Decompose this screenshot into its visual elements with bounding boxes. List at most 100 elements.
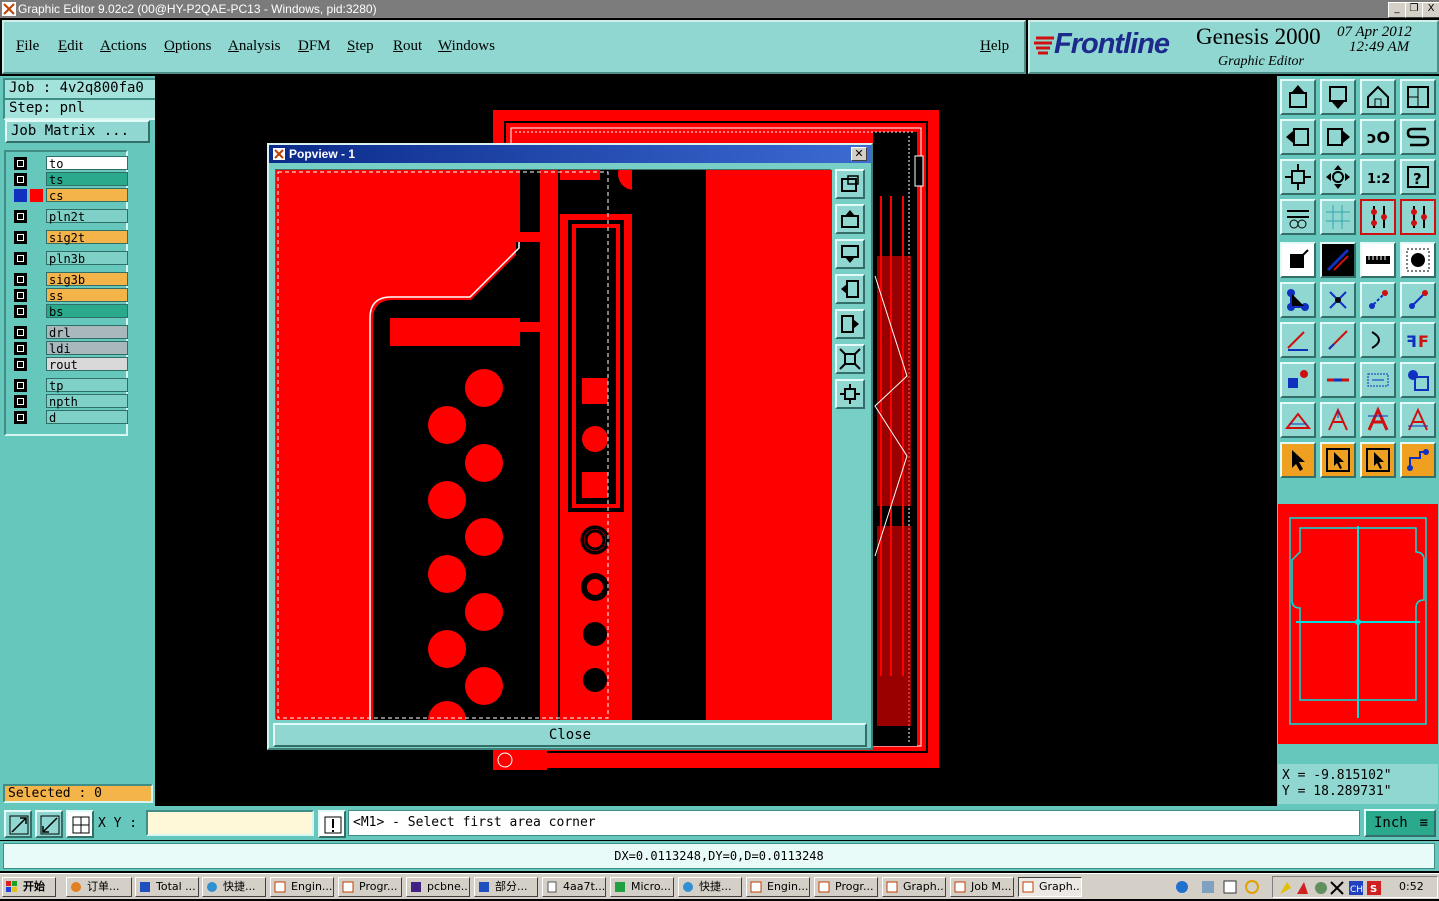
shape-icon[interactable] (1400, 362, 1436, 398)
ie-icon[interactable] (1176, 881, 1188, 893)
layer-row[interactable]: sig3b (12, 272, 130, 287)
pad-icon[interactable] (1400, 242, 1436, 278)
popview-title-bar[interactable]: Popview - 1 ✕ (269, 145, 871, 163)
menu-actions[interactable]: Actions (100, 38, 147, 55)
popview-zoom-in-icon[interactable] (835, 344, 865, 374)
taskbar-item[interactable]: Progr... (814, 877, 878, 897)
tray-x-icon[interactable] (1330, 881, 1344, 895)
menu-edit[interactable]: Edit (58, 38, 83, 55)
layer-row[interactable]: ts (12, 172, 130, 187)
alert-icon[interactable] (318, 810, 346, 838)
horizontal-line-icon[interactable] (1320, 362, 1356, 398)
text-a-rotate-icon[interactable] (1400, 402, 1436, 438)
taskbar-item-active[interactable]: Graph... (1018, 877, 1082, 897)
layer-checkbox[interactable] (14, 395, 27, 408)
pan-left-icon[interactable] (1280, 119, 1316, 155)
zoom-in-icon[interactable] (4, 810, 32, 838)
layer-name[interactable]: ss (46, 288, 128, 303)
taskbar-item[interactable]: Progr... (338, 877, 402, 897)
unit-selector[interactable]: Inch ≡ (1364, 809, 1436, 837)
taskbar-item[interactable]: 快捷... (678, 877, 742, 897)
layer-checkbox-active[interactable] (14, 189, 27, 202)
popview-pan-right-icon[interactable] (835, 309, 865, 339)
layer-row[interactable]: ss (12, 288, 130, 303)
layer-name[interactable]: to (46, 156, 128, 171)
layer-name[interactable]: tp (46, 378, 128, 393)
layer-checkbox[interactable] (14, 379, 27, 392)
taskbar-item[interactable]: Job M... (950, 877, 1014, 897)
pointer-icon[interactable] (1280, 442, 1316, 478)
zoom-one-to-two-icon[interactable]: 1:2 (1360, 159, 1396, 195)
menu-rout[interactable]: Rout (393, 38, 422, 55)
layer-checkbox[interactable] (14, 231, 27, 244)
text-a-icon[interactable] (1320, 402, 1356, 438)
undo-view-icon[interactable]: ↄO (1360, 119, 1396, 155)
line-icon[interactable] (1320, 322, 1356, 358)
popview-canvas[interactable] (275, 158, 832, 739)
pointer-select-icon[interactable] (1360, 442, 1396, 478)
triangle-tool-icon[interactable] (1280, 402, 1316, 438)
layer-row[interactable]: pln3b (12, 251, 130, 266)
settings-sliders-icon[interactable] (1280, 199, 1316, 235)
tray-tool-icon[interactable] (1297, 882, 1308, 894)
split-view-icon[interactable] (1400, 79, 1436, 115)
pan-right-icon[interactable] (1320, 119, 1356, 155)
layer-name[interactable]: cs (46, 188, 128, 203)
minimize-button[interactable]: _ (1388, 2, 1406, 18)
layer-name[interactable]: d (46, 410, 128, 425)
taskbar-item[interactable]: Engin... (270, 877, 334, 897)
layer-row-active[interactable]: cs (12, 188, 130, 203)
layer-row[interactable]: pln2t (12, 209, 130, 224)
popview-close-icon[interactable]: ✕ (851, 147, 867, 161)
layer-row[interactable]: bs (12, 304, 130, 319)
layer-checkbox[interactable] (14, 305, 27, 318)
text-a-bold-icon[interactable] (1360, 402, 1396, 438)
menu-windows[interactable]: Windows (438, 38, 495, 55)
grid-icon[interactable] (1320, 199, 1356, 235)
popview-pan-up-icon[interactable] (835, 204, 865, 234)
layer-checkbox[interactable] (14, 157, 27, 170)
snap-pads-alt-icon[interactable] (1400, 199, 1436, 235)
zoom-center-icon[interactable] (1320, 159, 1356, 195)
layer-name[interactable]: bs (46, 304, 128, 319)
layer-name[interactable]: ts (46, 172, 128, 187)
layer-name[interactable]: rout (46, 357, 128, 372)
layer-row[interactable]: rout (12, 357, 130, 372)
home-view-icon[interactable] (1360, 79, 1396, 115)
xy-input[interactable] (146, 810, 314, 836)
layer-name[interactable]: ldi (46, 341, 128, 356)
start-button[interactable]: 开始 (2, 877, 56, 897)
menu-file[interactable]: File (16, 38, 39, 55)
dimension-icon[interactable] (1360, 362, 1396, 398)
layer-checkbox[interactable] (14, 411, 27, 424)
snap-pads-icon[interactable] (1360, 199, 1396, 235)
select-region-icon[interactable] (1320, 242, 1356, 278)
redraw-icon[interactable] (1400, 119, 1436, 155)
menu-analysis[interactable]: Analysis (228, 38, 281, 55)
mirror-text-icon[interactable]: ꟻF (1400, 322, 1436, 358)
taskbar-item[interactable]: 4aa7t... (542, 877, 606, 897)
desktop-icon[interactable] (1223, 880, 1237, 894)
layer-checkbox[interactable] (14, 252, 27, 265)
layer-checkbox[interactable] (14, 326, 27, 339)
layer-row[interactable]: sig2t (12, 230, 130, 245)
zoom-down-icon[interactable] (1320, 79, 1356, 115)
overview-map[interactable] (1278, 504, 1438, 744)
tray-gear-icon[interactable] (1315, 882, 1327, 894)
zoom-up-icon[interactable] (1280, 79, 1316, 115)
popview-pan-down-icon[interactable] (835, 239, 865, 269)
layer-row[interactable]: to (12, 156, 130, 171)
measure-ruler-icon[interactable] (1360, 242, 1396, 278)
delete-node-icon[interactable] (1320, 282, 1356, 318)
taskbar-item[interactable]: 订单... (66, 877, 132, 897)
taskbar-item[interactable]: Engin... (746, 877, 810, 897)
overview-map-graphics[interactable] (1278, 504, 1438, 744)
popview-zoom-graphics[interactable] (276, 158, 832, 739)
pointer-box-icon[interactable] (1320, 442, 1356, 478)
taskbar-item[interactable]: 快捷... (202, 877, 266, 897)
layer-row[interactable]: ldi (12, 341, 130, 356)
layer-name[interactable]: sig2t (46, 230, 128, 245)
layer-name[interactable]: sig3b (46, 272, 128, 287)
taskbar-item[interactable]: Total ... (135, 877, 199, 897)
job-matrix-button[interactable]: Job Matrix ... (5, 120, 150, 143)
